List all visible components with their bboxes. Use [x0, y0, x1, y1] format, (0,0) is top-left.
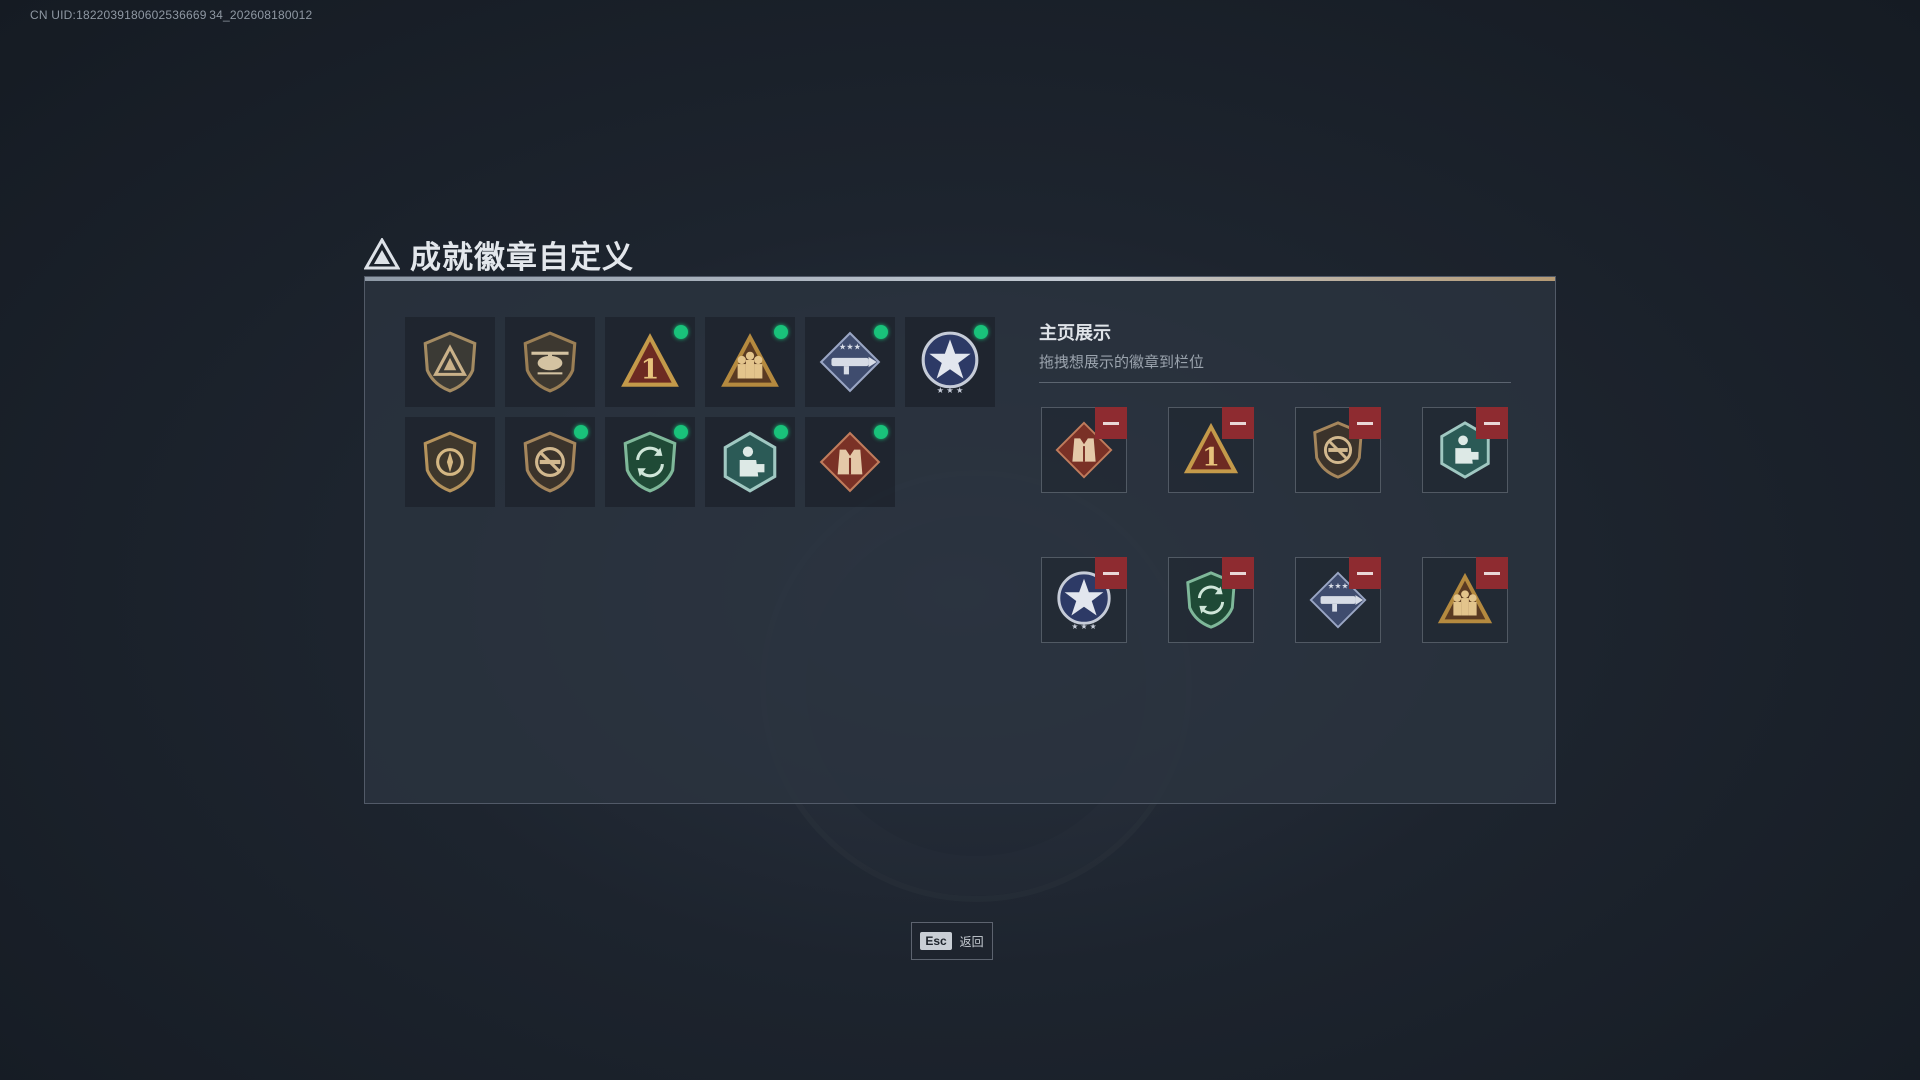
number-one-triangle-badge-icon: 1 — [621, 333, 679, 387]
delta-shield-badge-icon — [423, 331, 477, 393]
remove-badge-button[interactable] — [1349, 557, 1381, 589]
showcase-slot[interactable] — [1295, 407, 1381, 493]
new-indicator-dot — [774, 425, 788, 439]
showcase-slot[interactable] — [1041, 407, 1127, 493]
remove-badge-button[interactable] — [1349, 407, 1381, 439]
svg-text:1: 1 — [641, 355, 660, 386]
badge-cell[interactable] — [405, 317, 495, 407]
badge-cell[interactable] — [505, 417, 595, 507]
badge-cell[interactable]: ★ ★ ★ — [905, 317, 995, 407]
showcase-slot[interactable]: ★ ★ ★ — [1041, 557, 1127, 643]
remove-badge-button[interactable] — [1222, 407, 1254, 439]
no-firearms-shield-badge-icon — [523, 431, 577, 493]
green-cycle-shield-badge-icon — [623, 431, 677, 493]
showcase-slots: 1 ★ ★ ★ ★★★ — [1041, 407, 1511, 643]
remove-badge-button[interactable] — [1095, 407, 1127, 439]
vest-diamond-badge-icon — [819, 431, 881, 493]
remove-badge-button[interactable] — [1095, 557, 1127, 589]
compass-shield-badge-icon — [423, 431, 477, 493]
helicopter-shield-badge-icon — [523, 331, 577, 393]
minus-icon — [1230, 571, 1246, 575]
minus-icon — [1230, 421, 1246, 425]
showcase-hint: 拖拽想展示的徽章到栏位 — [1039, 351, 1511, 383]
back-button[interactable]: Esc 返回 — [911, 922, 993, 960]
page-title: 成就徽章自定义 — [410, 239, 634, 276]
remove-badge-button[interactable] — [1476, 557, 1508, 589]
minus-icon — [1103, 421, 1119, 425]
showcase-header: 主页展示 拖拽想展示的徽章到栏位 — [1039, 319, 1511, 383]
badge-cell[interactable] — [705, 417, 795, 507]
soldiers-triangle-badge-icon — [721, 333, 779, 387]
star-wreath-badge-icon: ★ ★ ★ — [921, 331, 979, 395]
showcase-title: 主页展示 — [1039, 323, 1111, 343]
remove-badge-button[interactable] — [1476, 407, 1508, 439]
showcase-slot[interactable]: ★★★ — [1295, 557, 1381, 643]
showcase-slot[interactable] — [1168, 557, 1254, 643]
new-indicator-dot — [974, 325, 988, 339]
badge-cell[interactable]: 1 — [605, 317, 695, 407]
uid-label: CN UID:1822039180602536669 34_2026081800… — [30, 8, 313, 22]
minus-icon — [1357, 421, 1373, 425]
svg-text:★★★: ★★★ — [839, 343, 861, 352]
new-indicator-dot — [574, 425, 588, 439]
minus-icon — [1103, 571, 1119, 575]
badge-cell[interactable] — [805, 417, 895, 507]
new-indicator-dot — [774, 325, 788, 339]
svg-text:★★★: ★★★ — [1328, 581, 1349, 590]
minus-icon — [1357, 571, 1373, 575]
badge-cell[interactable] — [605, 417, 695, 507]
svg-text:1: 1 — [1202, 442, 1220, 472]
showcase-slot[interactable] — [1422, 557, 1508, 643]
badge-collection-grid: 1 ★★★ ★ ★ ★ — [405, 317, 1015, 507]
svg-text:★ ★ ★: ★ ★ ★ — [937, 386, 964, 395]
new-indicator-dot — [674, 425, 688, 439]
new-indicator-dot — [874, 425, 888, 439]
badge-cell[interactable] — [405, 417, 495, 507]
showcase-slot[interactable]: 1 — [1168, 407, 1254, 493]
badge-customize-panel: 1 ★★★ ★ ★ ★ 主页展示 拖拽想展示的徽章到栏位 1 ★ ★ ★ ★★★ — [364, 276, 1556, 804]
remove-badge-button[interactable] — [1222, 557, 1254, 589]
rocket-launcher-diamond-badge-icon: ★★★ — [819, 331, 881, 393]
delta-logo-icon — [364, 238, 400, 270]
new-indicator-dot — [874, 325, 888, 339]
badge-cell[interactable] — [705, 317, 795, 407]
title-bar: 成就徽章自定义 — [364, 232, 634, 276]
minus-icon — [1484, 421, 1500, 425]
panel-top-bar — [365, 277, 1555, 281]
badge-cell[interactable]: ★★★ — [805, 317, 895, 407]
minus-icon — [1484, 571, 1500, 575]
back-label: 返回 — [959, 934, 984, 949]
badge-cell[interactable] — [505, 317, 595, 407]
svg-text:★ ★ ★: ★ ★ ★ — [1071, 622, 1096, 631]
showcase-slot[interactable] — [1422, 407, 1508, 493]
medic-hexagon-badge-icon — [723, 431, 777, 493]
esc-key-icon: Esc — [920, 932, 952, 950]
new-indicator-dot — [674, 325, 688, 339]
